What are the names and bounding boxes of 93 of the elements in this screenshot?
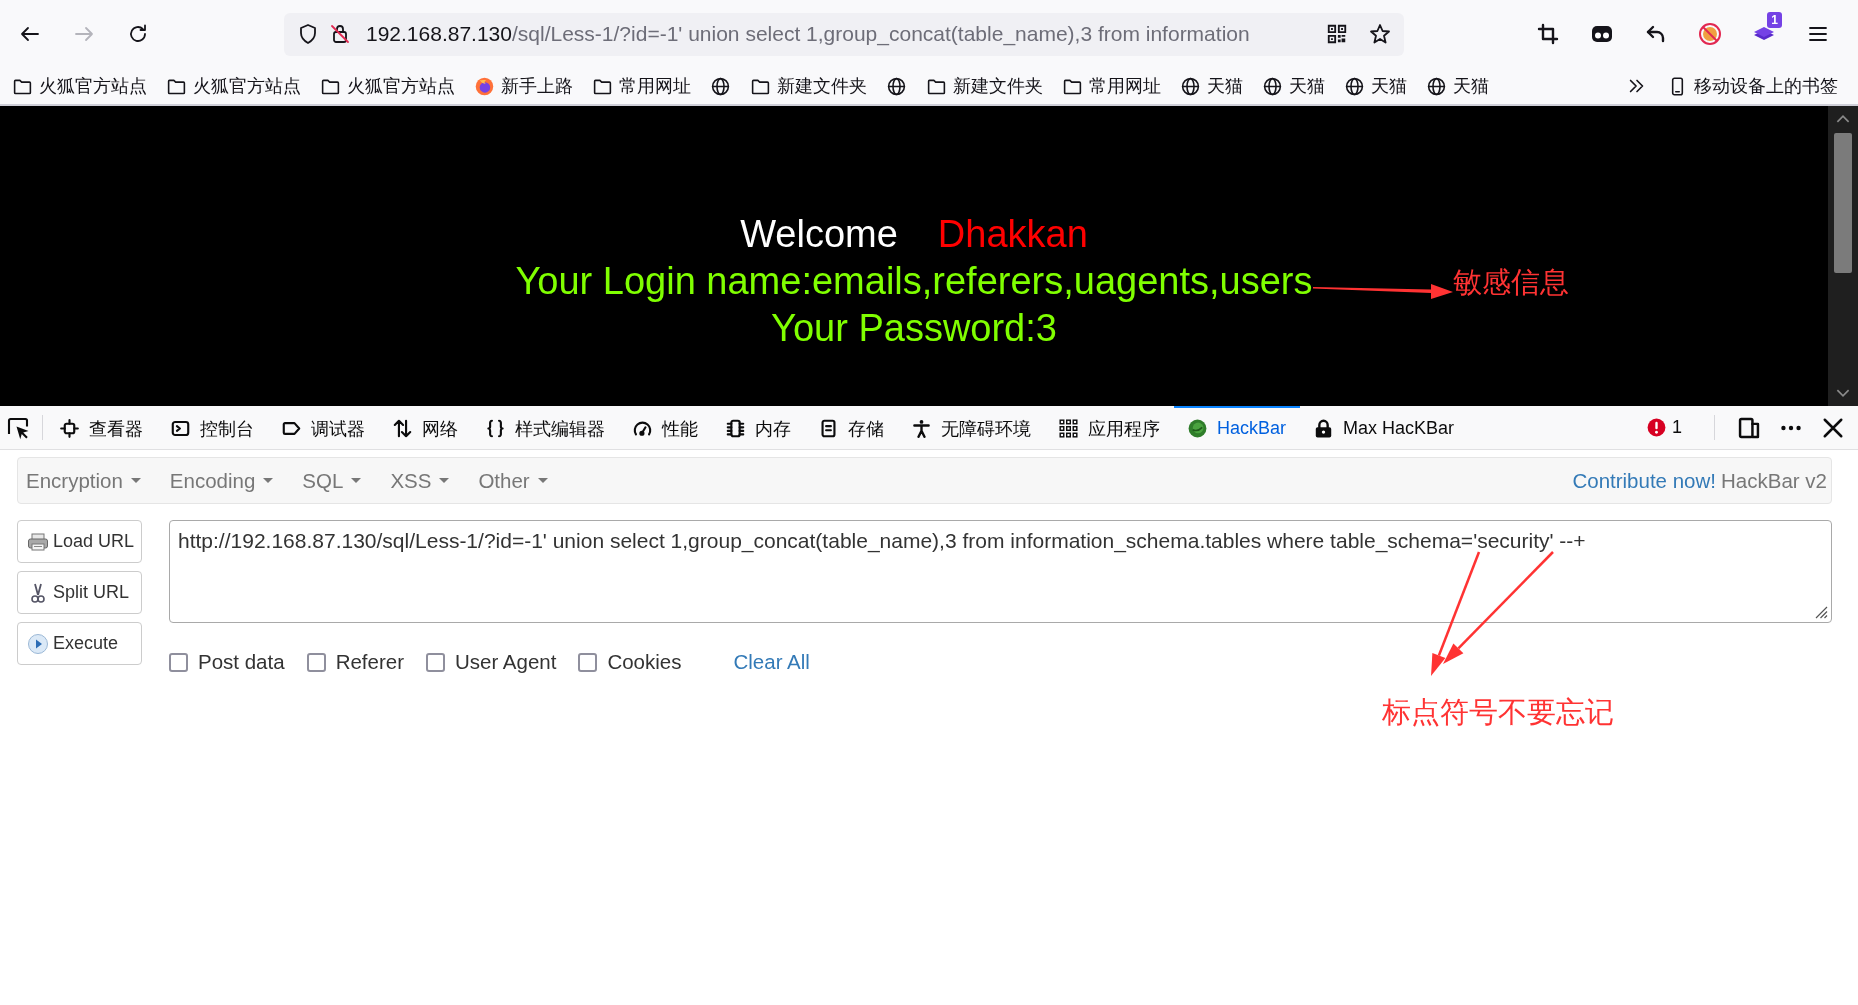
blocked-icon[interactable] bbox=[1698, 22, 1722, 46]
menu-dropdown[interactable]: Other bbox=[470, 468, 563, 493]
devtools-tab[interactable]: 无障碍环境 bbox=[898, 406, 1045, 449]
devtools-tab[interactable]: 样式编辑器 bbox=[472, 406, 619, 449]
checkbox[interactable] bbox=[306, 652, 326, 672]
password-text: Your Password:3 bbox=[771, 307, 1057, 349]
bookmark-item[interactable]: 天猫 bbox=[1262, 74, 1325, 98]
scroll-down-icon[interactable] bbox=[1836, 389, 1850, 398]
bookmark-item[interactable]: 新手上路 bbox=[474, 74, 573, 98]
devtools-tab[interactable]: 存储 bbox=[805, 406, 898, 449]
bookmark-item[interactable] bbox=[710, 75, 731, 97]
clear-all-link[interactable]: Clear All bbox=[733, 650, 810, 674]
error-count[interactable]: 1 bbox=[1647, 406, 1682, 449]
device-icon[interactable] bbox=[1738, 416, 1760, 439]
username-text: Dhakkan bbox=[937, 213, 1088, 255]
padlock-icon bbox=[1314, 419, 1334, 438]
checkbox-label: Post data bbox=[198, 650, 285, 674]
globe-icon bbox=[1344, 75, 1365, 97]
printer-icon bbox=[27, 530, 49, 553]
devtools-tab[interactable]: Max HacKBar bbox=[1300, 406, 1469, 449]
globe-icon bbox=[1180, 75, 1201, 97]
gauge-icon bbox=[633, 419, 652, 438]
checkbox[interactable] bbox=[169, 652, 188, 672]
annotation-text: 敏感信息 bbox=[1452, 264, 1569, 299]
bookmark-item[interactable]: 火狐官方站点 bbox=[166, 74, 301, 98]
bookmark-item[interactable]: 新建文件夹 bbox=[750, 74, 867, 98]
play-icon bbox=[27, 632, 49, 655]
caret-icon bbox=[130, 478, 141, 483]
bookmark-item[interactable] bbox=[886, 75, 907, 97]
contribute-link[interactable]: Contribute now! bbox=[1572, 468, 1717, 492]
star-icon[interactable] bbox=[1368, 22, 1392, 46]
checkbox-label: Cookies bbox=[607, 650, 682, 674]
caret-icon bbox=[439, 478, 450, 483]
terminal-icon bbox=[171, 419, 190, 438]
devtools-tab[interactable]: 查看器 bbox=[46, 406, 157, 449]
caret-icon bbox=[537, 478, 548, 483]
welcome-text: Welcome bbox=[740, 213, 898, 255]
menu-dropdown[interactable]: Encryption bbox=[18, 468, 156, 493]
split-url-button[interactable]: Split URL bbox=[17, 571, 142, 614]
person-icon bbox=[912, 419, 931, 438]
checkbox[interactable] bbox=[426, 652, 445, 672]
menu-dropdown[interactable]: Encoding bbox=[161, 468, 289, 493]
bookmark-item[interactable]: 天猫 bbox=[1180, 74, 1243, 98]
checkbox-label: Referer bbox=[335, 650, 404, 674]
qr-code-icon[interactable] bbox=[1326, 23, 1348, 45]
annotation-text: 标点符号不要忘记 bbox=[1382, 695, 1614, 730]
scrollbar-thumb[interactable] bbox=[1834, 133, 1852, 273]
memory-chip-icon bbox=[726, 419, 745, 438]
bookmark-item[interactable]: 火狐官方站点 bbox=[12, 74, 147, 98]
bookmark-item[interactable]: 常用网址 bbox=[1062, 74, 1161, 98]
load-url-button[interactable]: Load URL bbox=[17, 520, 142, 563]
scroll-up-icon[interactable] bbox=[1836, 114, 1850, 123]
login-name-text: Your Login name:emails,referers,uagents,users bbox=[515, 260, 1313, 302]
bookmark-item[interactable]: 天猫 bbox=[1426, 74, 1489, 98]
devtools-tab[interactable]: 网络 bbox=[379, 406, 472, 449]
error-icon bbox=[1647, 418, 1666, 437]
bookmark-item[interactable]: 常用网址 bbox=[592, 74, 691, 98]
execute-button[interactable]: Execute bbox=[17, 622, 142, 665]
bookmark-item[interactable]: 天猫 bbox=[1344, 74, 1407, 98]
close-icon[interactable] bbox=[1822, 416, 1844, 439]
up-down-arrows-icon bbox=[393, 419, 412, 438]
browser-logo-icon bbox=[474, 75, 495, 97]
caret-icon bbox=[263, 478, 274, 483]
resize-grip-icon[interactable] bbox=[1814, 605, 1828, 619]
bookmark-item[interactable]: 新建文件夹 bbox=[926, 74, 1043, 98]
caret-icon bbox=[351, 478, 362, 483]
menu-dropdown[interactable]: SQL bbox=[294, 468, 377, 493]
menu-dropdown[interactable]: XSS bbox=[382, 468, 465, 493]
ball-icon bbox=[1188, 419, 1207, 438]
devtools-tab[interactable]: 控制台 bbox=[157, 406, 268, 449]
braces-icon bbox=[486, 419, 505, 438]
checkbox-label: User Agent bbox=[455, 650, 557, 674]
globe-icon bbox=[886, 75, 907, 97]
devtools-tab[interactable]: 内存 bbox=[712, 406, 805, 449]
checkbox[interactable] bbox=[578, 652, 598, 672]
grid-icon bbox=[1059, 419, 1078, 438]
document-icon bbox=[819, 419, 838, 438]
cursor-icon[interactable] bbox=[6, 415, 30, 440]
chip-icon bbox=[60, 419, 79, 438]
devtools-tab[interactable]: 调试器 bbox=[268, 406, 379, 449]
globe-icon bbox=[1262, 75, 1283, 97]
tag-icon bbox=[282, 419, 301, 438]
bookmark-item[interactable]: 移动设备上的书签 bbox=[1667, 74, 1838, 98]
globe-icon bbox=[710, 75, 731, 97]
extension-badge: 1 bbox=[1767, 12, 1782, 28]
crossed-lock-icon[interactable] bbox=[328, 22, 352, 46]
version-label: HackBar v2 bbox=[1721, 468, 1827, 492]
crop-icon[interactable] bbox=[1536, 22, 1560, 46]
globe-icon bbox=[1426, 75, 1447, 97]
devtools-tab[interactable]: 应用程序 bbox=[1045, 406, 1174, 449]
devtools-tab[interactable]: 性能 bbox=[619, 406, 712, 449]
address-bar[interactable]: 192.168.87.130/sql/Less-1/?id=-1' union select 1,group_concat(table_name),3 from information bbox=[284, 12, 1404, 56]
bookmark-item[interactable]: 火狐官方站点 bbox=[320, 74, 455, 98]
